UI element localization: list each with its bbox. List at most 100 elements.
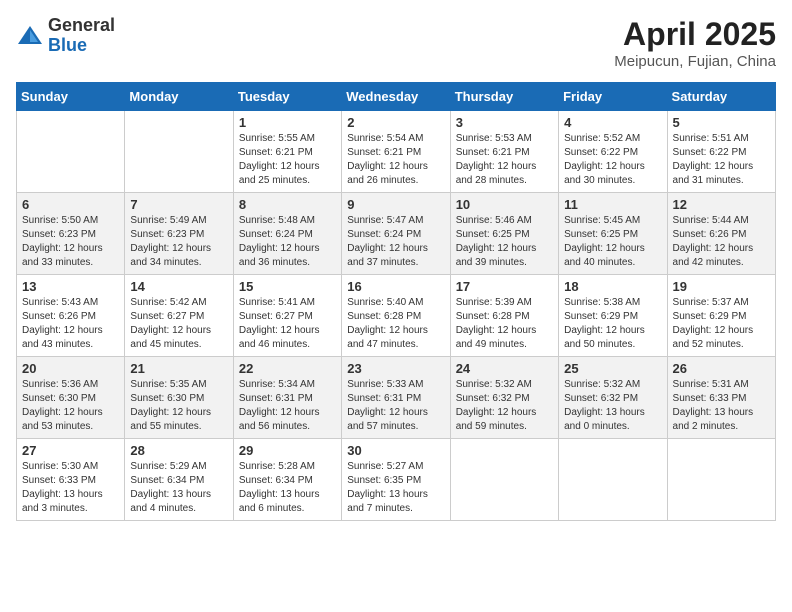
calendar-cell — [559, 439, 667, 521]
day-info: Sunrise: 5:51 AMSunset: 6:22 PMDaylight:… — [673, 132, 770, 188]
day-number: 1 — [239, 115, 336, 130]
day-number: 11 — [564, 197, 661, 212]
day-number: 25 — [564, 361, 661, 376]
calendar-week-row: 27 Sunrise: 5:30 AMSunset: 6:33 PMDayligh… — [17, 439, 776, 521]
day-number: 17 — [456, 279, 553, 294]
day-number: 14 — [130, 279, 227, 294]
day-number: 23 — [347, 361, 444, 376]
day-info: Sunrise: 5:40 AMSunset: 6:28 PMDaylight:… — [347, 296, 444, 352]
calendar-cell: 28Sunrise: 5:29 AMSunset: 6:34 PMDayligh… — [125, 439, 233, 521]
calendar-header-sunday: Sunday — [17, 83, 125, 111]
calendar-cell — [17, 111, 125, 193]
calendar-week-row: 6 Sunrise: 5:50 AMSunset: 6:23 PMDaylight… — [17, 193, 776, 275]
calendar-header-wednesday: Wednesday — [342, 83, 450, 111]
location: Meipucun, Fujian, China — [614, 53, 776, 70]
logo: General Blue — [16, 16, 115, 56]
calendar-cell: 30 Sunrise: 5:27 AMSunset: 6:35 PMDayligh… — [342, 439, 450, 521]
day-info: Sunrise: 5:41 AMSunset: 6:27 PMDaylight:… — [239, 296, 336, 352]
day-info: Sunrise: 5:31 AMSunset: 6:33 PMDaylight:… — [673, 378, 770, 434]
day-info: Sunrise: 5:45 AMSunset: 6:25 PMDaylight:… — [564, 214, 661, 270]
calendar-cell: 18 Sunrise: 5:38 AMSunset: 6:29 PMDayligh… — [559, 275, 667, 357]
calendar-week-row: 13 Sunrise: 5:43 AMSunset: 6:26 PMDayligh… — [17, 275, 776, 357]
calendar-table: SundayMondayTuesdayWednesdayThursdayFrid… — [16, 82, 776, 521]
day-info: Sunrise: 5:55 AMSunset: 6:21 PMDaylight:… — [239, 132, 336, 188]
calendar-header-thursday: Thursday — [450, 83, 558, 111]
logo-blue: Blue — [48, 36, 115, 56]
day-info: Sunrise: 5:34 AMSunset: 6:31 PMDaylight:… — [239, 378, 336, 434]
calendar-cell: 29 Sunrise: 5:28 AMSunset: 6:34 PMDayligh… — [233, 439, 341, 521]
day-number: 30 — [347, 443, 444, 458]
day-number: 3 — [456, 115, 553, 130]
calendar-cell: 2Sunrise: 5:54 AMSunset: 6:21 PMDaylight… — [342, 111, 450, 193]
day-info: Sunrise: 5:33 AMSunset: 6:31 PMDaylight:… — [347, 378, 444, 434]
day-info: Sunrise: 5:30 AMSunset: 6:33 PMDaylight:… — [22, 460, 119, 516]
logo-text: General Blue — [48, 16, 115, 56]
calendar-week-row: 1 Sunrise: 5:55 AMSunset: 6:21 PMDaylight… — [17, 111, 776, 193]
day-number: 19 — [673, 279, 770, 294]
calendar-cell: 14 Sunrise: 5:42 AMSunset: 6:27 PMDayligh… — [125, 275, 233, 357]
day-info: Sunrise: 5:53 AMSunset: 6:21 PMDaylight:… — [456, 132, 553, 188]
day-number: 22 — [239, 361, 336, 376]
calendar-cell: 9 Sunrise: 5:47 AMSunset: 6:24 PMDaylight… — [342, 193, 450, 275]
day-number: 27 — [22, 443, 119, 458]
day-number: 7 — [130, 197, 227, 212]
calendar-cell: 1 Sunrise: 5:55 AMSunset: 6:21 PMDaylight… — [233, 111, 341, 193]
day-info: Sunrise: 5:46 AMSunset: 6:25 PMDaylight:… — [456, 214, 553, 270]
calendar-header-monday: Monday — [125, 83, 233, 111]
calendar-cell — [450, 439, 558, 521]
day-number: 6 — [22, 197, 119, 212]
calendar-cell: 24Sunrise: 5:32 AMSunset: 6:32 PMDayligh… — [450, 357, 558, 439]
day-number: 15 — [239, 279, 336, 294]
day-info: Sunrise: 5:52 AMSunset: 6:22 PMDaylight:… — [564, 132, 661, 188]
day-info: Sunrise: 5:36 AMSunset: 6:30 PMDaylight:… — [22, 378, 119, 434]
calendar-cell: 21 Sunrise: 5:35 AMSunset: 6:30 PMDayligh… — [125, 357, 233, 439]
calendar-cell: 8Sunrise: 5:48 AMSunset: 6:24 PMDaylight… — [233, 193, 341, 275]
calendar-cell: 5 Sunrise: 5:51 AMSunset: 6:22 PMDaylight… — [667, 111, 775, 193]
day-number: 13 — [22, 279, 119, 294]
day-info: Sunrise: 5:32 AMSunset: 6:32 PMDaylight:… — [564, 378, 661, 434]
day-info: Sunrise: 5:42 AMSunset: 6:27 PMDaylight:… — [130, 296, 227, 352]
day-info: Sunrise: 5:50 AMSunset: 6:23 PMDaylight:… — [22, 214, 119, 270]
day-number: 20 — [22, 361, 119, 376]
day-number: 28 — [130, 443, 227, 458]
calendar-cell: 17Sunrise: 5:39 AMSunset: 6:28 PMDayligh… — [450, 275, 558, 357]
day-number: 16 — [347, 279, 444, 294]
calendar-header-friday: Friday — [559, 83, 667, 111]
day-info: Sunrise: 5:48 AMSunset: 6:24 PMDaylight:… — [239, 214, 336, 270]
calendar-cell: 4 Sunrise: 5:52 AMSunset: 6:22 PMDaylight… — [559, 111, 667, 193]
day-number: 12 — [673, 197, 770, 212]
day-info: Sunrise: 5:47 AMSunset: 6:24 PMDaylight:… — [347, 214, 444, 270]
day-info: Sunrise: 5:32 AMSunset: 6:32 PMDaylight:… — [456, 378, 553, 434]
calendar-week-row: 20 Sunrise: 5:36 AMSunset: 6:30 PMDayligh… — [17, 357, 776, 439]
calendar-header-saturday: Saturday — [667, 83, 775, 111]
calendar-cell: 27 Sunrise: 5:30 AMSunset: 6:33 PMDayligh… — [17, 439, 125, 521]
calendar-cell: 10Sunrise: 5:46 AMSunset: 6:25 PMDayligh… — [450, 193, 558, 275]
title-block: April 2025 Meipucun, Fujian, China — [614, 16, 776, 70]
day-info: Sunrise: 5:49 AMSunset: 6:23 PMDaylight:… — [130, 214, 227, 270]
calendar-cell: 13 Sunrise: 5:43 AMSunset: 6:26 PMDayligh… — [17, 275, 125, 357]
day-number: 9 — [347, 197, 444, 212]
day-info: Sunrise: 5:35 AMSunset: 6:30 PMDaylight:… — [130, 378, 227, 434]
calendar-cell: 11 Sunrise: 5:45 AMSunset: 6:25 PMDayligh… — [559, 193, 667, 275]
day-number: 21 — [130, 361, 227, 376]
page-header: General Blue April 2025 Meipucun, Fujian… — [16, 16, 776, 70]
day-number: 26 — [673, 361, 770, 376]
calendar-cell — [667, 439, 775, 521]
day-info: Sunrise: 5:38 AMSunset: 6:29 PMDaylight:… — [564, 296, 661, 352]
day-number: 5 — [673, 115, 770, 130]
day-info: Sunrise: 5:43 AMSunset: 6:26 PMDaylight:… — [22, 296, 119, 352]
day-info: Sunrise: 5:28 AMSunset: 6:34 PMDaylight:… — [239, 460, 336, 516]
day-number: 18 — [564, 279, 661, 294]
day-number: 29 — [239, 443, 336, 458]
calendar-cell: 22 Sunrise: 5:34 AMSunset: 6:31 PMDayligh… — [233, 357, 341, 439]
calendar-cell — [125, 111, 233, 193]
day-info: Sunrise: 5:27 AMSunset: 6:35 PMDaylight:… — [347, 460, 444, 516]
calendar-header-row: SundayMondayTuesdayWednesdayThursdayFrid… — [17, 83, 776, 111]
month-title: April 2025 — [614, 16, 776, 53]
calendar-cell: 16 Sunrise: 5:40 AMSunset: 6:28 PMDayligh… — [342, 275, 450, 357]
day-info: Sunrise: 5:54 AMSunset: 6:21 PMDaylight:… — [347, 132, 444, 188]
calendar-cell: 6 Sunrise: 5:50 AMSunset: 6:23 PMDaylight… — [17, 193, 125, 275]
day-number: 4 — [564, 115, 661, 130]
calendar-header-tuesday: Tuesday — [233, 83, 341, 111]
calendar-cell: 23 Sunrise: 5:33 AMSunset: 6:31 PMDayligh… — [342, 357, 450, 439]
